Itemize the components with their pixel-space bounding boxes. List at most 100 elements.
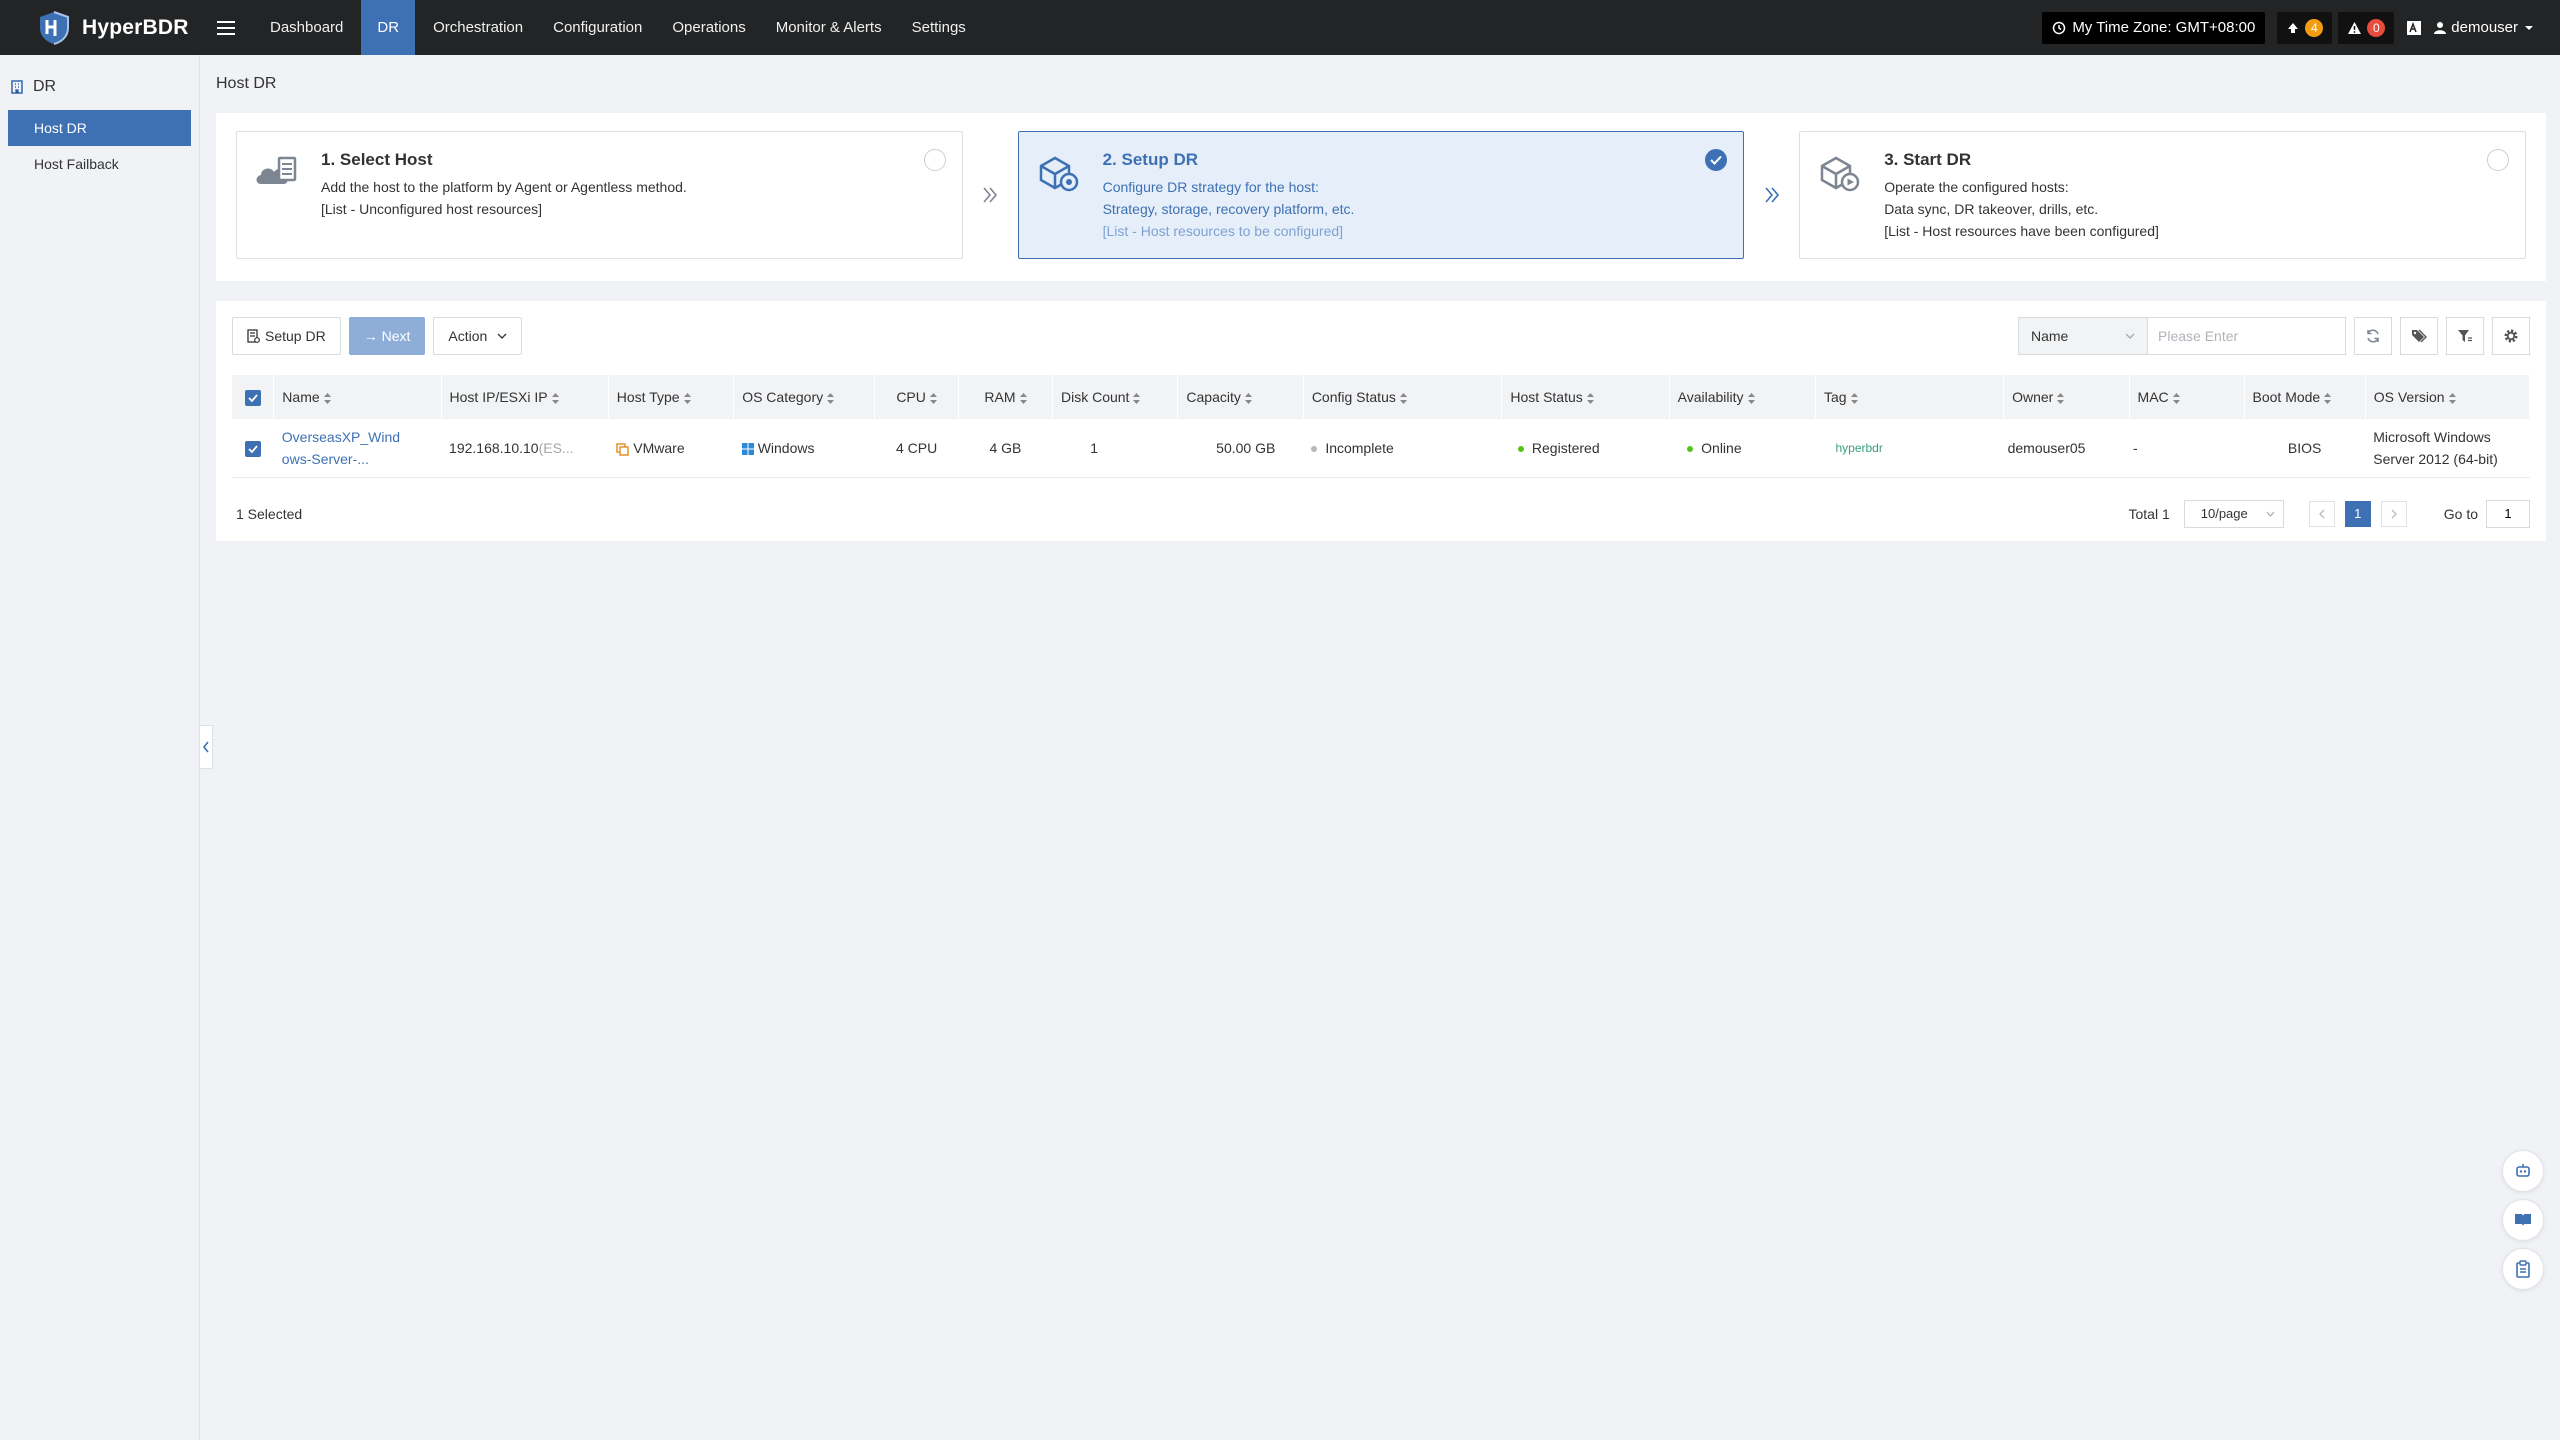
os-category-cell: Windows bbox=[733, 419, 875, 478]
chevron-right-icon bbox=[2391, 509, 2397, 518]
app-name: HyperBDR bbox=[82, 15, 189, 39]
select-all-checkbox[interactable] bbox=[232, 375, 275, 419]
timezone-button[interactable]: My Time Zone: GMT+08:00 bbox=[2042, 11, 2266, 44]
tag-cell: hyperbdr bbox=[1815, 419, 2004, 478]
alerts-button[interactable]: 0 bbox=[2338, 11, 2395, 44]
warning-icon bbox=[2348, 21, 2362, 34]
col-cpu[interactable]: CPU bbox=[874, 375, 959, 419]
double-chevron-right-icon bbox=[963, 131, 1018, 259]
prev-page-button[interactable] bbox=[2308, 500, 2335, 527]
nav-dr[interactable]: DR bbox=[361, 0, 416, 55]
sidebar: DR Host DR Host Failback bbox=[0, 55, 200, 1440]
chevron-left-icon bbox=[202, 741, 209, 753]
robot-icon bbox=[2516, 1164, 2530, 1177]
next-button[interactable]: → Next bbox=[348, 317, 426, 355]
dr-steps-panel: 1. Select Host Add the host to the platf… bbox=[216, 113, 2546, 281]
step-select-host[interactable]: 1. Select Host Add the host to the platf… bbox=[236, 131, 963, 259]
step-3-radio[interactable] bbox=[2486, 149, 2509, 171]
ram-cell: 4 GB bbox=[958, 419, 1053, 478]
alert-count-badge: 0 bbox=[2367, 18, 2386, 37]
upload-count-badge: 4 bbox=[2305, 18, 2324, 37]
sidebar-item-host-failback[interactable]: Host Failback bbox=[8, 146, 191, 182]
docs-button[interactable] bbox=[2502, 1199, 2544, 1241]
clipboard-icon bbox=[2516, 1260, 2530, 1278]
sort-icon bbox=[683, 392, 691, 404]
col-os-category[interactable]: OS Category bbox=[733, 375, 876, 419]
menu-toggle-icon[interactable] bbox=[200, 0, 252, 55]
sidebar-item-host-dr[interactable]: Host DR bbox=[8, 110, 191, 146]
chevron-down-icon bbox=[2125, 333, 2135, 339]
host-table: Name Host IP/ESXi IP Host Type OS Catego… bbox=[232, 375, 2531, 478]
user-menu[interactable]: demouser bbox=[2434, 19, 2534, 36]
header-tools: My Time Zone: GMT+08:00 4 0 demouser bbox=[2042, 0, 2560, 55]
col-os-version[interactable]: OS Version bbox=[2365, 375, 2531, 419]
col-host-ip[interactable]: Host IP/ESXi IP bbox=[441, 375, 609, 419]
refresh-button[interactable] bbox=[2354, 317, 2392, 355]
step-3-title: 3. Start DR bbox=[1884, 150, 1972, 169]
tag-icon bbox=[2411, 329, 2427, 343]
col-capacity[interactable]: Capacity bbox=[1177, 375, 1304, 419]
tag-filter-button[interactable] bbox=[2400, 317, 2438, 355]
col-boot-mode[interactable]: Boot Mode bbox=[2244, 375, 2366, 419]
col-host-type[interactable]: Host Type bbox=[608, 375, 735, 419]
app-logo[interactable]: HyperBDR bbox=[0, 0, 200, 55]
filter-field-select[interactable]: Name bbox=[2018, 317, 2148, 355]
search-input[interactable] bbox=[2148, 317, 2346, 355]
book-icon bbox=[2515, 1214, 2531, 1226]
col-mac[interactable]: MAC bbox=[2129, 375, 2245, 419]
sort-icon bbox=[551, 392, 559, 404]
upload-tasks-button[interactable]: 4 bbox=[2277, 11, 2333, 44]
nav-monitor-alerts[interactable]: Monitor & Alerts bbox=[764, 0, 894, 55]
col-host-status[interactable]: Host Status bbox=[1501, 375, 1670, 419]
nav-settings[interactable]: Settings bbox=[900, 0, 978, 55]
next-page-button[interactable] bbox=[2380, 500, 2407, 527]
action-dropdown[interactable]: Action bbox=[433, 317, 523, 355]
col-name[interactable]: Name bbox=[273, 375, 442, 419]
col-config-status[interactable]: Config Status bbox=[1303, 375, 1503, 419]
column-settings-button[interactable] bbox=[2492, 317, 2530, 355]
language-icon[interactable] bbox=[2406, 20, 2422, 36]
sort-icon bbox=[1747, 392, 1755, 404]
col-availability[interactable]: Availability bbox=[1669, 375, 1816, 419]
sort-icon bbox=[1399, 392, 1407, 404]
sort-icon bbox=[1019, 392, 1027, 404]
nav-configuration[interactable]: Configuration bbox=[541, 0, 654, 55]
disk-count-cell: 1 bbox=[1052, 419, 1178, 478]
sidebar-collapse-handle[interactable] bbox=[199, 725, 213, 769]
step-1-desc: Add the host to the platform by Agent or… bbox=[321, 179, 687, 195]
setup-dr-button[interactable]: Setup DR bbox=[232, 317, 341, 355]
col-owner[interactable]: Owner bbox=[2003, 375, 2130, 419]
nav-dashboard[interactable]: Dashboard bbox=[258, 0, 355, 55]
advanced-filter-button[interactable] bbox=[2446, 317, 2484, 355]
windows-icon bbox=[741, 443, 754, 456]
refresh-icon bbox=[2367, 329, 2379, 343]
col-ram[interactable]: RAM bbox=[958, 375, 1053, 419]
col-tag[interactable]: Tag bbox=[1815, 375, 2005, 419]
support-bot-button[interactable] bbox=[2502, 1150, 2544, 1192]
start-dr-icon bbox=[1820, 156, 1860, 192]
step-1-radio[interactable] bbox=[923, 149, 946, 171]
nav-orchestration[interactable]: Orchestration bbox=[421, 0, 535, 55]
nav-operations[interactable]: Operations bbox=[660, 0, 757, 55]
user-icon bbox=[2434, 22, 2447, 34]
arrow-up-icon bbox=[2288, 22, 2299, 33]
tag-badge[interactable]: hyperbdr bbox=[1835, 437, 1882, 459]
col-disk-count[interactable]: Disk Count bbox=[1052, 375, 1179, 419]
host-name-link[interactable]: OverseasXP_Wind ows-Server-... bbox=[273, 419, 442, 478]
building-icon bbox=[11, 79, 23, 94]
page-1-button[interactable]: 1 bbox=[2344, 500, 2371, 527]
step-start-dr[interactable]: 3. Start DR Operate the configured hosts… bbox=[1799, 131, 2526, 259]
page-size-select[interactable]: 10/page bbox=[2183, 499, 2284, 528]
cpu-cell: 4 CPU bbox=[874, 419, 959, 478]
row-checkbox[interactable] bbox=[232, 419, 274, 478]
sort-icon bbox=[2324, 392, 2332, 404]
goto-page-input[interactable] bbox=[2486, 499, 2530, 528]
step-setup-dr[interactable]: 2. Setup DR Configure DR strategy for th… bbox=[1017, 131, 1745, 259]
sort-icon bbox=[323, 392, 331, 404]
setup-doc-icon bbox=[247, 329, 260, 343]
table-row[interactable]: OverseasXP_Wind ows-Server-... 192.168.1… bbox=[232, 419, 2530, 478]
sort-icon bbox=[1850, 392, 1858, 404]
notes-button[interactable] bbox=[2502, 1248, 2544, 1290]
step-2-radio-checked[interactable] bbox=[1705, 149, 1728, 171]
step-3-note: [List - Host resources have been configu… bbox=[1884, 223, 2159, 239]
